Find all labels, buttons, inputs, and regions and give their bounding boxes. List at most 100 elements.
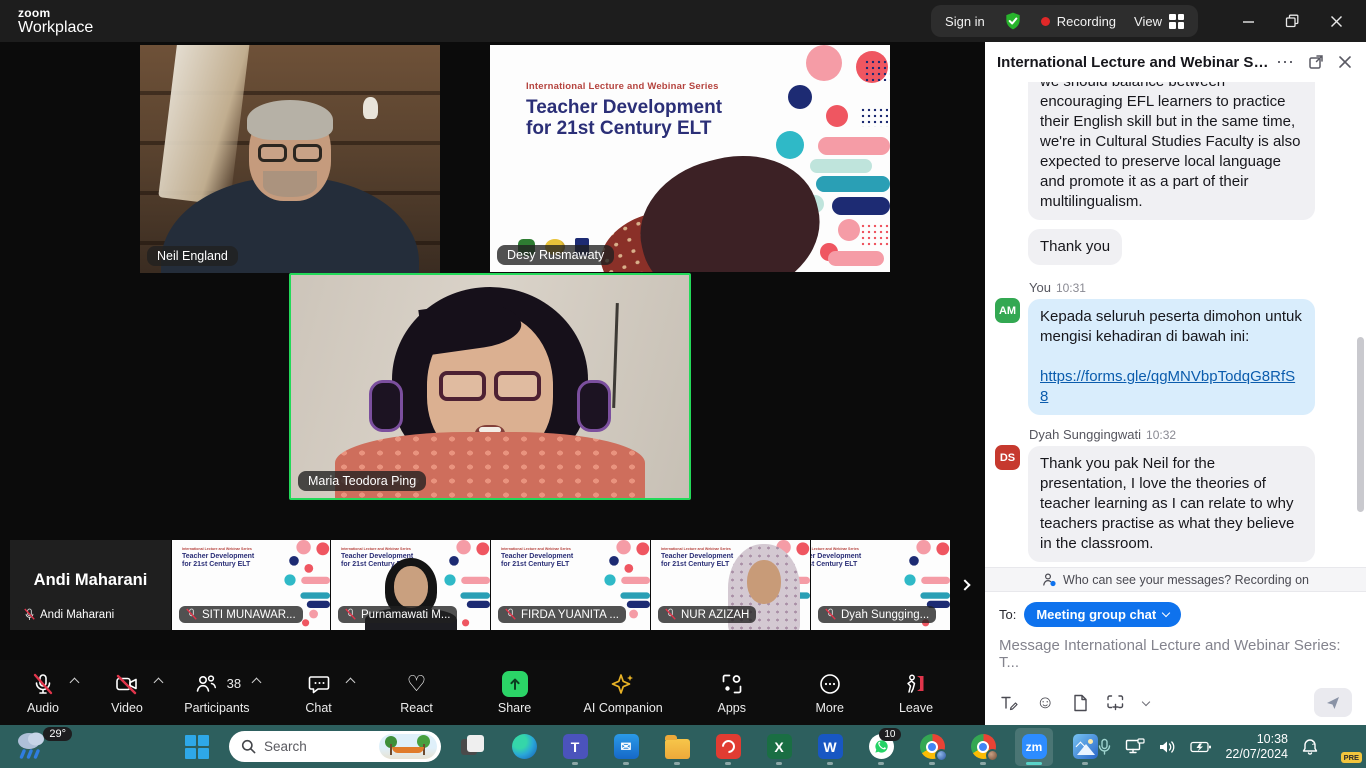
react-button[interactable]: ♡ React: [388, 671, 446, 715]
apps-button[interactable]: Apps: [703, 671, 761, 715]
taskbar-clock[interactable]: 10:38 22/07/2024: [1225, 732, 1288, 762]
attendance-form-link[interactable]: https://forms.gle/qgMNVbpTodqG8RfS8: [1040, 368, 1295, 405]
message-input[interactable]: Message International Lecture and Webina…: [999, 637, 1352, 688]
zoom-app-icon[interactable]: zm: [1015, 728, 1053, 766]
strip-tile-siti-munawar[interactable]: International Lecture and Webinar Series…: [172, 540, 330, 630]
strip-tile-purnamawati[interactable]: International Lecture and Webinar Series…: [331, 540, 490, 630]
recording-dot-icon: [1041, 17, 1050, 26]
participant-nametag: NUR AZIZAH: [658, 606, 756, 623]
participants-options-chevron[interactable]: [251, 677, 261, 687]
strip-tile-andi-maharani[interactable]: Andi Maharani Andi Maharani: [10, 540, 171, 630]
participant-nametag: Neil England: [147, 246, 238, 266]
chat-message-bubble: we should balance between encouraging EF…: [1028, 82, 1315, 220]
video-button[interactable]: Video: [98, 671, 156, 715]
close-chat-icon[interactable]: [1338, 55, 1352, 69]
notification-bell-icon[interactable]: z: [1301, 738, 1319, 756]
restore-button[interactable]: [1270, 4, 1314, 38]
chat-panel: International Lecture and Webinar Series…: [985, 42, 1366, 725]
pop-out-icon[interactable]: [1308, 54, 1324, 70]
chat-options-chevron[interactable]: [345, 677, 355, 687]
start-button[interactable]: [178, 728, 216, 766]
slide-title: Teacher Development for 21st Century ELT: [526, 97, 722, 140]
video-options-chevron[interactable]: [154, 677, 164, 687]
chat-message-list[interactable]: we should balance between encouraging EF…: [985, 82, 1366, 567]
ai-companion-button[interactable]: AI Companion: [584, 671, 663, 715]
audio-options-chevron[interactable]: [70, 677, 80, 687]
battery-icon[interactable]: [1190, 740, 1212, 754]
format-text-icon[interactable]: [999, 694, 1018, 712]
participant-nametag: Desy Rusmawaty: [497, 245, 614, 265]
task-view-button[interactable]: [454, 728, 492, 766]
chat-menu-icon[interactable]: ⋯: [1276, 57, 1294, 67]
close-button[interactable]: [1314, 4, 1358, 38]
participant-nametag: Purnamawati M...: [338, 606, 457, 623]
attach-file-icon[interactable]: [1072, 694, 1088, 712]
mic-in-use-icon[interactable]: [1097, 738, 1112, 755]
muted-mic-icon: [825, 608, 836, 621]
chat-header: International Lecture and Webinar Series…: [985, 42, 1366, 82]
emoji-icon[interactable]: ☺: [1036, 692, 1054, 713]
window-titlebar: zoom Workplace Sign in Recording View: [0, 0, 1366, 42]
system-tray: 10:38 22/07/2024 z PRE: [1077, 725, 1358, 768]
audio-button[interactable]: Audio: [14, 671, 72, 715]
share-button[interactable]: Share: [486, 671, 544, 715]
windows-logo-icon: [185, 735, 209, 759]
avatar: DS: [995, 445, 1020, 470]
zoom-meeting-window: zoom Workplace Sign in Recording View: [0, 0, 1366, 768]
send-message-button[interactable]: [1314, 688, 1352, 717]
strip-tile-firda-yuanita[interactable]: International Lecture and Webinar Series…: [491, 540, 650, 630]
share-screen-icon: [502, 671, 528, 697]
mail-icon[interactable]: ✉: [607, 728, 645, 766]
svg-text:z: z: [1312, 741, 1315, 747]
weather-widget[interactable]: 29°: [14, 729, 66, 765]
teams-icon[interactable]: T: [556, 728, 594, 766]
strip-tile-dyah-sunggingwati[interactable]: International Lecture and Webinar Series…: [811, 540, 950, 630]
chat-button[interactable]: Chat: [290, 671, 348, 715]
security-shield-icon[interactable]: [1003, 11, 1023, 31]
strip-tile-nur-azizah[interactable]: International Lecture and Webinar Series…: [651, 540, 810, 630]
search-icon: [241, 739, 256, 754]
copilot-icon[interactable]: PRE: [1332, 734, 1358, 760]
chat-privacy-notice[interactable]: Who can see your messages? Recording on: [985, 567, 1366, 592]
muted-mic-icon: [345, 608, 356, 621]
chat-scrollbar[interactable]: [1357, 337, 1364, 512]
meeting-toolbar: Audio Video 38 Participants: [0, 660, 985, 725]
acrobat-icon[interactable]: [709, 728, 747, 766]
recording-indicator[interactable]: Recording: [1041, 14, 1116, 29]
leave-button[interactable]: Leave: [887, 671, 945, 715]
chat-message-bubble: Thank you pak Neil for the presentation,…: [1028, 446, 1315, 562]
muted-mic-icon: [31, 672, 55, 696]
sign-in-button[interactable]: Sign in: [945, 14, 985, 29]
video-tile-maria-teodora-ping-active-speaker[interactable]: Maria Teodora Ping: [289, 273, 691, 500]
chrome-profile-2-icon[interactable]: [964, 728, 1002, 766]
titlebar-controls-group: Sign in Recording View: [931, 5, 1198, 37]
file-explorer-icon[interactable]: [658, 728, 696, 766]
word-icon[interactable]: W: [811, 728, 849, 766]
edge-icon[interactable]: [505, 728, 543, 766]
taskbar-search[interactable]: Search: [229, 731, 441, 762]
privacy-person-icon: [1042, 572, 1057, 587]
muted-mic-icon: [505, 608, 516, 621]
minimize-button[interactable]: [1226, 4, 1270, 38]
speaker-icon[interactable]: [1158, 739, 1177, 755]
view-button[interactable]: View: [1134, 14, 1184, 29]
muted-mic-icon: [24, 608, 35, 621]
video-tile-desy-rusmawaty[interactable]: International Lecture and Webinar Series…: [490, 45, 890, 272]
video-tile-neil-england[interactable]: Neil England: [140, 45, 440, 273]
cast-display-icon[interactable]: [1125, 738, 1145, 755]
chat-title: International Lecture and Webinar Series…: [997, 54, 1269, 71]
participants-button[interactable]: 38 Participants: [184, 671, 249, 715]
screenshot-icon[interactable]: [1106, 694, 1125, 711]
hidden-icons-chevron[interactable]: [1076, 742, 1086, 752]
compose-more-chevron[interactable]: [1142, 697, 1150, 705]
recipient-selector[interactable]: Meeting group chat: [1024, 602, 1181, 627]
search-highlight-image[interactable]: [379, 734, 437, 759]
strip-next-page-button[interactable]: [952, 570, 978, 600]
task-view-icon: [461, 735, 485, 759]
spotlight-name: Andi Maharani: [10, 571, 171, 590]
participants-icon: [193, 672, 219, 696]
whatsapp-icon[interactable]: 10: [862, 728, 900, 766]
more-button[interactable]: More: [801, 671, 859, 715]
excel-icon[interactable]: X: [760, 728, 798, 766]
chrome-profile-1-icon[interactable]: [913, 728, 951, 766]
